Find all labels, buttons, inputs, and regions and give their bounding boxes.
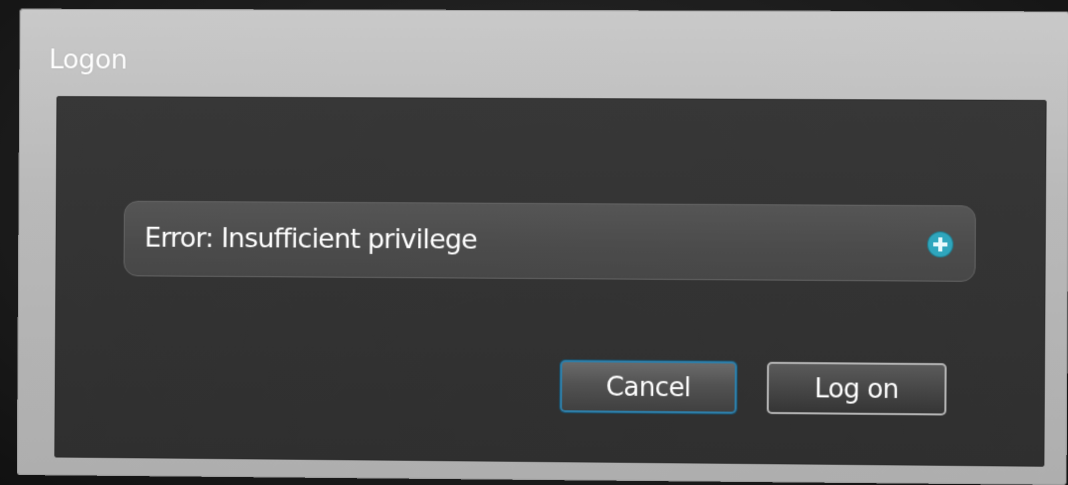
cancel-button[interactable]: Cancel [559,360,737,414]
dialog-title: Logon [48,44,128,76]
error-message: Error: Insufficient privilege [144,222,478,256]
error-message-box: Error: Insufficient privilege [123,200,976,282]
logon-dialog: Logon Error: Insufficient privilege Canc… [16,8,1068,485]
expand-details-icon[interactable] [928,232,953,257]
dialog-content-panel: Error: Insufficient privilege Cancel Log… [54,96,1047,467]
log-on-button[interactable]: Log on [766,361,947,416]
